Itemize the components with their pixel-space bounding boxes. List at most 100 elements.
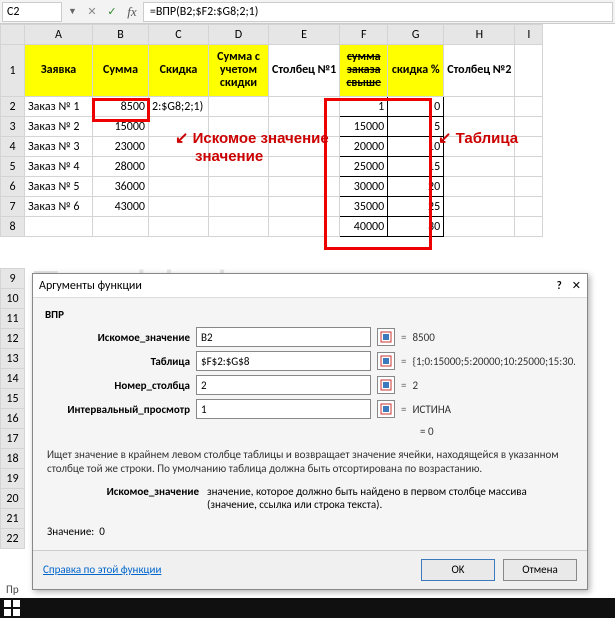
help-link[interactable]: Справка по этой функции <box>43 563 161 576</box>
cell[interactable]: 1 <box>340 97 388 117</box>
col-header[interactable]: H <box>444 25 515 45</box>
cell[interactable]: 30000 <box>340 177 388 197</box>
row-header[interactable]: 5 <box>1 157 25 177</box>
col-header[interactable]: A <box>25 25 93 45</box>
cell[interactable] <box>25 217 93 237</box>
cell[interactable]: 35000 <box>340 197 388 217</box>
arg-input[interactable]: B2 <box>196 327 371 347</box>
cell[interactable]: 2:$G8;2;1) <box>149 97 209 117</box>
cell[interactable] <box>515 177 543 197</box>
cell[interactable]: 20000 <box>340 137 388 157</box>
cell[interactable]: 43000 <box>93 197 149 217</box>
row-header[interactable]: 13 <box>1 349 25 369</box>
help-icon[interactable]: ? <box>557 279 562 292</box>
row-header[interactable]: 9 <box>1 269 25 289</box>
cell[interactable] <box>269 217 340 237</box>
row-header[interactable]: 3 <box>1 117 25 137</box>
row-header[interactable]: 11 <box>1 309 25 329</box>
row-header[interactable]: 12 <box>1 329 25 349</box>
row-header[interactable]: 15 <box>1 389 25 409</box>
row-header[interactable]: 18 <box>1 449 25 469</box>
cell[interactable] <box>149 217 209 237</box>
cancel-formula-icon[interactable]: ✕ <box>83 3 101 21</box>
cell[interactable]: 20 <box>388 177 444 197</box>
refedit-icon[interactable] <box>377 352 395 370</box>
windows-start-icon[interactable] <box>4 600 20 616</box>
row-header[interactable]: 7 <box>1 197 25 217</box>
cell[interactable] <box>269 157 340 177</box>
fx-icon[interactable]: fx <box>123 3 141 21</box>
col-header[interactable]: I <box>515 25 543 45</box>
cell[interactable] <box>269 197 340 217</box>
cell[interactable]: 15000 <box>340 117 388 137</box>
col-header[interactable]: E <box>269 25 340 45</box>
col-header[interactable]: C <box>149 25 209 45</box>
arg-input[interactable]: 2 <box>196 375 371 395</box>
cell[interactable]: Заказ № 1 <box>25 97 93 117</box>
cell[interactable]: 10 <box>388 137 444 157</box>
row-header[interactable]: 8 <box>1 217 25 237</box>
cell[interactable]: сумма заказа свыше <box>340 45 388 97</box>
cell[interactable] <box>515 157 543 177</box>
cell[interactable]: Заказ № 4 <box>25 157 93 177</box>
refedit-icon[interactable] <box>377 376 395 394</box>
refedit-icon[interactable] <box>377 400 395 418</box>
cell[interactable]: Заказ № 6 <box>25 197 93 217</box>
cell[interactable] <box>209 197 269 217</box>
cell[interactable] <box>444 97 515 117</box>
cell[interactable]: 36000 <box>93 177 149 197</box>
cell[interactable]: Скидка <box>149 45 209 97</box>
cell[interactable]: Заказ № 3 <box>25 137 93 157</box>
cell[interactable] <box>93 217 149 237</box>
cell[interactable]: 28000 <box>93 157 149 177</box>
row-header[interactable]: 14 <box>1 369 25 389</box>
dialog-titlebar[interactable]: Аргументы функции ? ✕ <box>33 274 587 298</box>
select-all[interactable] <box>1 25 25 45</box>
cell[interactable] <box>149 177 209 197</box>
cell[interactable] <box>444 177 515 197</box>
cell[interactable]: 15000 <box>93 117 149 137</box>
row-header[interactable]: 4 <box>1 137 25 157</box>
cell[interactable]: 5 <box>388 117 444 137</box>
cell[interactable] <box>444 197 515 217</box>
arg-input[interactable]: 1 <box>196 399 371 419</box>
row-header[interactable]: 10 <box>1 289 25 309</box>
row-header[interactable]: 20 <box>1 489 25 509</box>
cell[interactable]: 8500 <box>93 97 149 117</box>
cell[interactable] <box>515 45 543 97</box>
row-header[interactable]: 17 <box>1 429 25 449</box>
cell[interactable] <box>209 97 269 117</box>
cell[interactable]: 15 <box>388 157 444 177</box>
col-header[interactable]: G <box>388 25 444 45</box>
row-header[interactable]: 2 <box>1 97 25 117</box>
cell[interactable] <box>269 177 340 197</box>
row-header[interactable]: 19 <box>1 469 25 489</box>
cell[interactable] <box>209 177 269 197</box>
cell[interactable]: скидка % <box>388 45 444 97</box>
cell[interactable]: Заявка <box>25 45 93 97</box>
ok-button[interactable]: OK <box>421 559 495 581</box>
cell[interactable] <box>515 197 543 217</box>
col-header[interactable]: D <box>209 25 269 45</box>
col-header[interactable]: F <box>340 25 388 45</box>
cell[interactable] <box>269 97 340 117</box>
accept-formula-icon[interactable]: ✓ <box>103 3 121 21</box>
row-header[interactable]: 16 <box>1 409 25 429</box>
col-header[interactable]: B <box>93 25 149 45</box>
row-header[interactable]: 22 <box>1 529 25 549</box>
cell[interactable] <box>444 157 515 177</box>
cell[interactable] <box>515 117 543 137</box>
cell[interactable] <box>515 97 543 117</box>
cell[interactable]: Столбец №2 <box>444 45 515 97</box>
formula-input[interactable]: =ВПР(B2;$F2:$G8;2;1) <box>143 2 613 22</box>
taskbar[interactable] <box>0 598 615 618</box>
cell[interactable]: 25000 <box>340 157 388 177</box>
cell[interactable]: Заказ № 2 <box>25 117 93 137</box>
cell[interactable] <box>515 137 543 157</box>
row-header[interactable]: 21 <box>1 509 25 529</box>
cancel-button[interactable]: Отмена <box>503 559 577 581</box>
arg-input[interactable]: $F$2:$G$8 <box>196 351 371 371</box>
cell[interactable] <box>209 217 269 237</box>
cell[interactable] <box>515 217 543 237</box>
cell[interactable]: Сумма с учетом скидки <box>209 45 269 97</box>
